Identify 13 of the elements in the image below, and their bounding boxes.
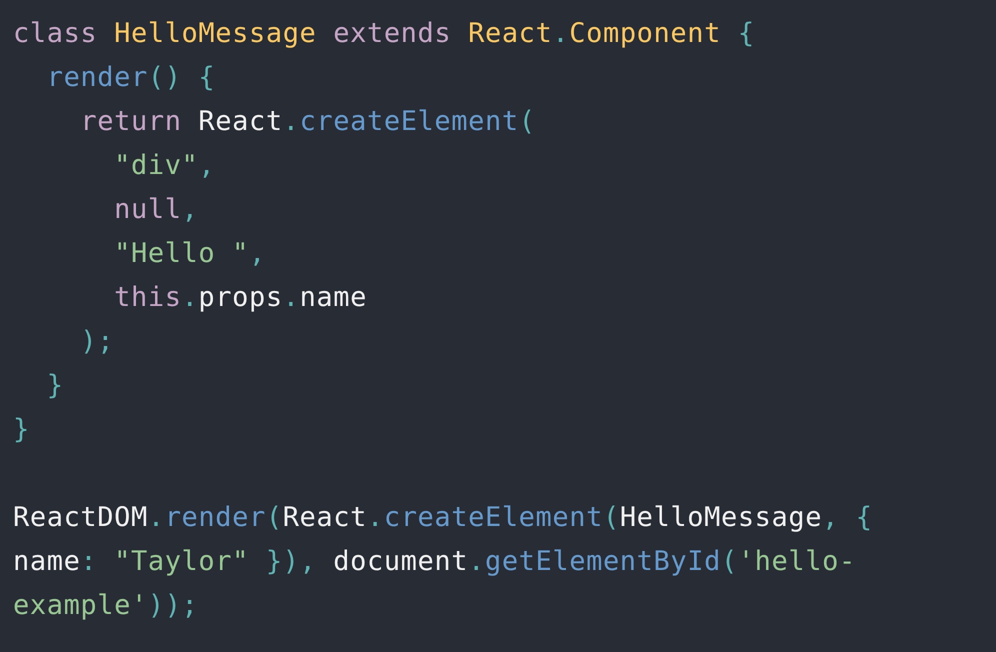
code-line: ); — [79, 325, 114, 359]
code-line: "Hello ", — [113, 237, 266, 271]
code-line: render() { — [46, 61, 216, 95]
code-line: } — [46, 369, 64, 403]
code-line: ReactDOM.render(React.createElement(HelloMessage, { — [13, 501, 873, 535]
code-line: return React.createElement( — [79, 105, 536, 139]
code-line: class HelloMessage extends React.Component { — [13, 17, 755, 51]
code-line: "div", — [113, 149, 216, 183]
code-line: null, — [113, 193, 198, 227]
code-line: name: "Taylor" }), document.getElementById('hello- — [13, 545, 856, 579]
code-line: this.props.name — [113, 281, 367, 315]
code-line: } — [13, 413, 30, 447]
code-line: example')); — [13, 589, 198, 623]
